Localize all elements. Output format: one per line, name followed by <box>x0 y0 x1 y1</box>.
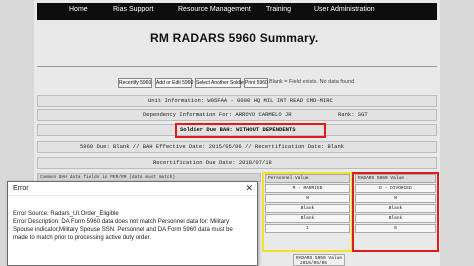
add-or-edit-5960-button[interactable]: Add or Edit 5960 <box>155 78 193 88</box>
nav-training[interactable]: Training <box>266 6 291 13</box>
radars-values-highlight <box>352 172 439 252</box>
error-dialog: Error ✕ Error Source: Radars_UI.Order_El… <box>7 181 258 266</box>
error-description-text: Spouse indicator,Military Spouse SSN. Pe… <box>13 227 233 233</box>
nav-home[interactable]: Home <box>69 6 88 13</box>
personnel-values-highlight <box>262 172 353 252</box>
dependency-info-row: Dependency Information For: ARROYO CARME… <box>37 109 437 121</box>
recert-due-row: Recertification Due Date: 2018/07/18 <box>37 157 437 169</box>
blank-legend-note: Blank = Field exists. No data found <box>269 79 355 85</box>
radars-value-panel: RADARS 5960 Value 2015/05/06 <box>293 254 345 266</box>
error-description-text: made to match prior to processing active… <box>13 235 152 241</box>
dependency-info-text: Dependency Information For: ARROYO CARME… <box>143 111 292 118</box>
top-nav-bar: Home Rias Support Resource Management Tr… <box>37 3 437 20</box>
nav-rias-support[interactable]: Rias Support <box>113 6 153 13</box>
unit-info-text: Unit Information: W95FAA - 0000 HQ MIL I… <box>148 97 333 104</box>
unit-info-row: Unit Information: W95FAA - 0000 HQ MIL I… <box>37 95 437 107</box>
nav-resource-management[interactable]: Resource Management <box>178 6 251 13</box>
select-another-soldier-button[interactable]: Select Another Soldier <box>195 78 245 88</box>
nav-user-administration[interactable]: User Administration <box>314 6 375 13</box>
5960-due-row: 5960 Due: Blank // BAH Effective Date: 2… <box>37 141 437 153</box>
rank-text: Rank: SGT <box>338 111 368 118</box>
error-dialog-title: Error <box>13 185 29 192</box>
error-source-text: Error Source: Radars_UI.Order_Eligible <box>13 211 119 217</box>
radars-value-date: 2015/05/06 <box>300 261 328 266</box>
title-divider <box>37 66 437 67</box>
recertify-5960-button[interactable]: Recertify 5960 <box>118 78 152 88</box>
error-dialog-titlebar[interactable]: Error ✕ <box>8 182 257 196</box>
soldier-due-bah-text: Soldier Due BAH: WITHOUT DEPENDENTS <box>180 126 296 133</box>
print-5960-button[interactable]: Print 5960 <box>244 78 268 88</box>
page: Home Rias Support Resource Management Tr… <box>0 0 474 266</box>
5960-due-text: 5960 Due: Blank // BAH Effective Date: 2… <box>80 143 345 150</box>
close-icon[interactable]: ✕ <box>245 183 253 194</box>
recert-due-text: Recertification Due Date: 2018/07/18 <box>153 159 272 166</box>
page-title: RM RADARS 5960 Summary. <box>150 31 319 45</box>
error-description-text: Error Description: DA Form 5960 data doe… <box>13 219 230 225</box>
